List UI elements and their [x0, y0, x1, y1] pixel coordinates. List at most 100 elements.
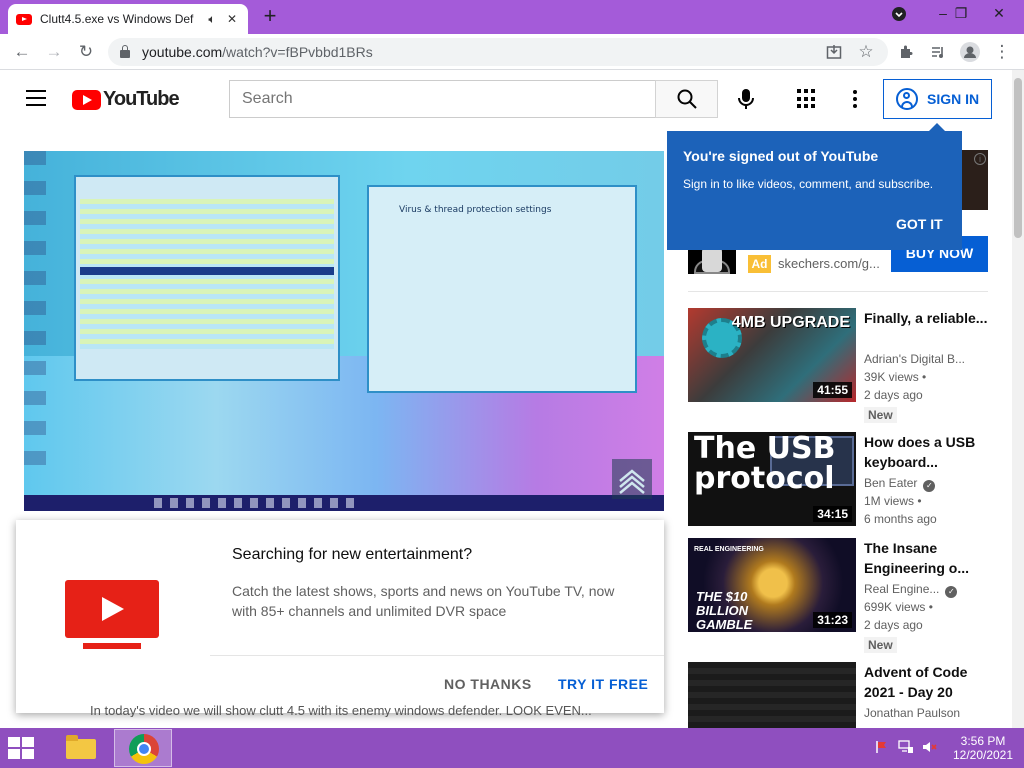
install-app-icon[interactable]	[822, 40, 846, 64]
search-button[interactable]	[655, 80, 718, 118]
action-center-flag-icon[interactable]	[874, 740, 890, 756]
youtube-tv-icon	[65, 580, 159, 652]
recommendation-item[interactable]: 4MB UPGRADE 41:55 Finally, a reliable...…	[688, 308, 998, 423]
channel-name[interactable]: Jonathan Paulson	[864, 706, 960, 720]
video-title[interactable]: Advent of Code 2021 - Day 20	[864, 662, 988, 702]
upload-age: 2 days ago	[864, 388, 923, 402]
promo-title: Searching for new entertainment?	[232, 546, 473, 563]
chrome-icon	[129, 734, 159, 764]
video-player[interactable]: Virus & thread protection settings	[24, 151, 664, 511]
ad-info-icon[interactable]: i	[974, 153, 986, 165]
profile-avatar[interactable]	[958, 40, 982, 64]
channel-row[interactable]: Real Engine... ✓	[864, 582, 958, 598]
tab-title: Clutt4.5.exe vs Windows Def	[40, 12, 194, 26]
youtube-header: YouTube SIGN IN	[0, 70, 1024, 128]
video-description-peek: In today's video we will show clutt 4.5 …	[90, 703, 592, 717]
verified-check-icon: ✓	[923, 480, 936, 492]
chevron-down-circle-icon	[892, 7, 906, 21]
url-path: /watch?v=fBPvbbd1BRs	[222, 44, 373, 60]
media-controls-icon[interactable]	[926, 40, 950, 64]
address-bar[interactable]: youtube.com/watch?v=fBPvbbd1BRs	[108, 38, 888, 66]
promo-divider	[210, 655, 664, 656]
youtube-favicon-icon	[16, 13, 32, 25]
signed-out-tooltip: You're signed out of YouTube Sign in to …	[667, 123, 962, 250]
video-duration: 41:55	[813, 382, 852, 398]
video-frame-task-manager	[74, 175, 340, 381]
sign-in-label: SIGN IN	[927, 91, 980, 107]
ad-separator	[688, 291, 988, 292]
view-count: 1M views •	[864, 494, 922, 508]
reload-button[interactable]: ↻	[74, 40, 98, 64]
video-title[interactable]: The Insane Engineering o...	[864, 538, 988, 578]
windows-start-icon[interactable]	[8, 737, 36, 759]
search-input[interactable]	[229, 80, 656, 118]
recommendation-item[interactable]: REAL ENGINEERING THE $10 BILLION GAMBLE …	[688, 538, 998, 653]
new-tab-button[interactable]: +	[258, 5, 282, 29]
microphone-icon	[738, 89, 754, 109]
view-count: 39K views •	[864, 370, 927, 384]
bookmark-star-icon[interactable]: ☆	[854, 40, 878, 64]
scrollbar-thumb[interactable]	[1014, 78, 1022, 238]
new-badge: New	[864, 407, 897, 423]
voice-search-button[interactable]	[733, 86, 759, 112]
tab-close-icon[interactable]: ✕	[224, 12, 240, 26]
thumbnail-channel-text: REAL ENGINEERING	[694, 546, 764, 553]
browser-tab[interactable]: Clutt4.5.exe vs Windows Def 🔈︎ ✕	[8, 4, 248, 34]
promo-body: Catch the latest shows, sports and news …	[232, 583, 615, 619]
system-clock[interactable]: 3:56 PM 12/20/2021	[948, 734, 1018, 762]
channel-row[interactable]: Ben Eater ✓	[864, 476, 936, 492]
recommendation-item[interactable]: The USB protocol 34:15 How does a USB ke…	[688, 432, 998, 527]
thumbnail-text: 4MB UPGRADE	[731, 314, 850, 331]
tab-search-button[interactable]	[882, 0, 916, 28]
forward-button[interactable]: →	[42, 40, 66, 64]
view-count: 699K views •	[864, 600, 933, 614]
youtube-play-icon	[72, 89, 101, 110]
video-duration: 34:15	[813, 506, 852, 522]
video-frame-window-heading: Virus & thread protection settings	[399, 205, 552, 215]
apps-grid-icon[interactable]	[797, 89, 817, 109]
channel-name[interactable]: Real Engine...	[864, 582, 939, 596]
file-explorer-icon[interactable]	[62, 733, 100, 763]
got-it-button[interactable]: GOT IT	[896, 216, 943, 232]
youtube-logo-text: YouTube	[103, 88, 180, 110]
try-it-free-button[interactable]: TRY IT FREE	[558, 676, 648, 692]
clock-date: 12/20/2021	[952, 748, 1014, 762]
video-thumbnail[interactable]: 4MB UPGRADE 41:55	[688, 308, 856, 402]
channel-name[interactable]: Ben Eater	[864, 476, 917, 490]
tooltip-body: Sign in to like videos, comment, and sub…	[683, 177, 934, 191]
page-scrollbar[interactable]	[1012, 70, 1024, 728]
recommendation-item[interactable]: Advent of Code 2021 - Day 20 Jonathan Pa…	[688, 662, 998, 728]
upload-age: 6 months ago	[864, 512, 937, 526]
extensions-icon[interactable]	[894, 40, 918, 64]
video-duration: 31:23	[813, 612, 852, 628]
tab-audio-icon[interactable]: 🔈︎	[204, 12, 220, 27]
video-thumbnail[interactable]	[688, 662, 856, 728]
video-title[interactable]: How does a USB keyboard...	[864, 432, 988, 472]
no-thanks-button[interactable]: NO THANKS	[444, 676, 532, 692]
video-title[interactable]: Finally, a reliable...	[864, 308, 988, 328]
tooltip-title: You're signed out of YouTube	[683, 148, 879, 164]
back-button[interactable]: ←	[10, 40, 34, 64]
restore-button[interactable]: ❐	[944, 0, 978, 28]
channel-watermark-icon[interactable]	[612, 459, 652, 499]
upload-age: 2 days ago	[864, 618, 923, 632]
ad-domain[interactable]: skechers.com/g...	[778, 256, 880, 271]
browser-tab-strip: Clutt4.5.exe vs Windows Def 🔈︎ ✕ + – ❐ ✕	[0, 0, 1024, 34]
url-host: youtube.com	[142, 44, 223, 60]
verified-check-icon: ✓	[945, 586, 958, 598]
settings-kebab-icon[interactable]	[846, 88, 864, 110]
video-thumbnail[interactable]: REAL ENGINEERING THE $10 BILLION GAMBLE …	[688, 538, 856, 632]
sign-in-button[interactable]: SIGN IN	[883, 79, 992, 119]
youtube-logo[interactable]: YouTube	[72, 88, 180, 111]
volume-muted-icon[interactable]	[922, 740, 938, 756]
video-frame-security-window: Virus & thread protection settings	[367, 185, 637, 393]
close-window-button[interactable]: ✕	[982, 0, 1016, 28]
network-icon[interactable]	[898, 740, 914, 756]
video-frame-taskbar	[24, 495, 664, 511]
guide-menu-icon[interactable]	[26, 90, 46, 106]
account-circle-icon	[896, 88, 918, 110]
chrome-taskbar-button[interactable]	[114, 729, 172, 767]
channel-name[interactable]: Adrian's Digital B...	[864, 352, 965, 366]
browser-menu-icon[interactable]: ⋮	[990, 40, 1014, 64]
video-thumbnail[interactable]: The USB protocol 34:15	[688, 432, 856, 526]
